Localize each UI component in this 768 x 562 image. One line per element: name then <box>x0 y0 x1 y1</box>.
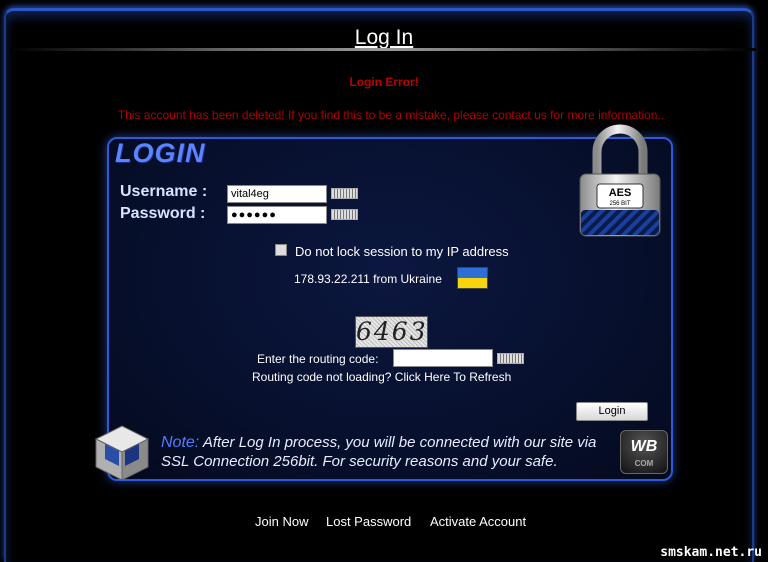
refresh-captcha-link[interactable]: Routing code not loading? Click Here To … <box>252 370 511 384</box>
username-field[interactable] <box>227 185 327 203</box>
keyboard-icon[interactable] <box>497 353 524 364</box>
title-divider <box>10 40 756 52</box>
captcha-image: 6463 <box>355 316 428 348</box>
lock-badge-aes: AES <box>609 187 632 199</box>
brand-logo: WB COM <box>620 430 668 474</box>
lock-badge-bits: 256 BIT <box>609 201 630 207</box>
routing-code-input[interactable] <box>393 349 493 367</box>
lock-ip-checkbox[interactable] <box>275 244 287 256</box>
error-message: This account has been deleted! If you fi… <box>117 108 665 122</box>
join-now-link[interactable]: Join Now <box>255 514 308 529</box>
password-field[interactable]: ●●●●●● <box>227 206 327 224</box>
ip-info: 178.93.22.211 from Ukraine <box>294 272 442 286</box>
login-logo: LOGIN <box>115 138 206 168</box>
error-title: Login Error! <box>349 75 419 89</box>
watermark: smskam.net.ru <box>660 545 762 560</box>
routing-label: Enter the routing code: <box>257 352 379 366</box>
brand-logo-sub: COM <box>634 459 654 468</box>
cube-icon <box>94 425 150 481</box>
username-label: Username : <box>120 183 208 200</box>
password-label: Password : <box>120 205 206 222</box>
ukraine-flag-icon <box>457 267 488 289</box>
activate-account-link[interactable]: Activate Account <box>430 514 526 529</box>
keyboard-icon[interactable] <box>331 188 358 199</box>
lock-ip-label: Do not lock session to my IP address <box>295 244 509 259</box>
lost-password-link[interactable]: Lost Password <box>326 514 411 529</box>
lock-icon: AES 256 BIT <box>579 124 661 237</box>
keyboard-icon[interactable] <box>331 209 358 220</box>
ssl-note: Note: After Log In process, you will be … <box>161 433 621 471</box>
brand-logo-text: WB <box>630 438 658 455</box>
note-keyword: Note: <box>161 434 200 451</box>
note-text: After Log In process, you will be connec… <box>161 434 597 470</box>
login-button[interactable]: Login <box>576 402 648 421</box>
